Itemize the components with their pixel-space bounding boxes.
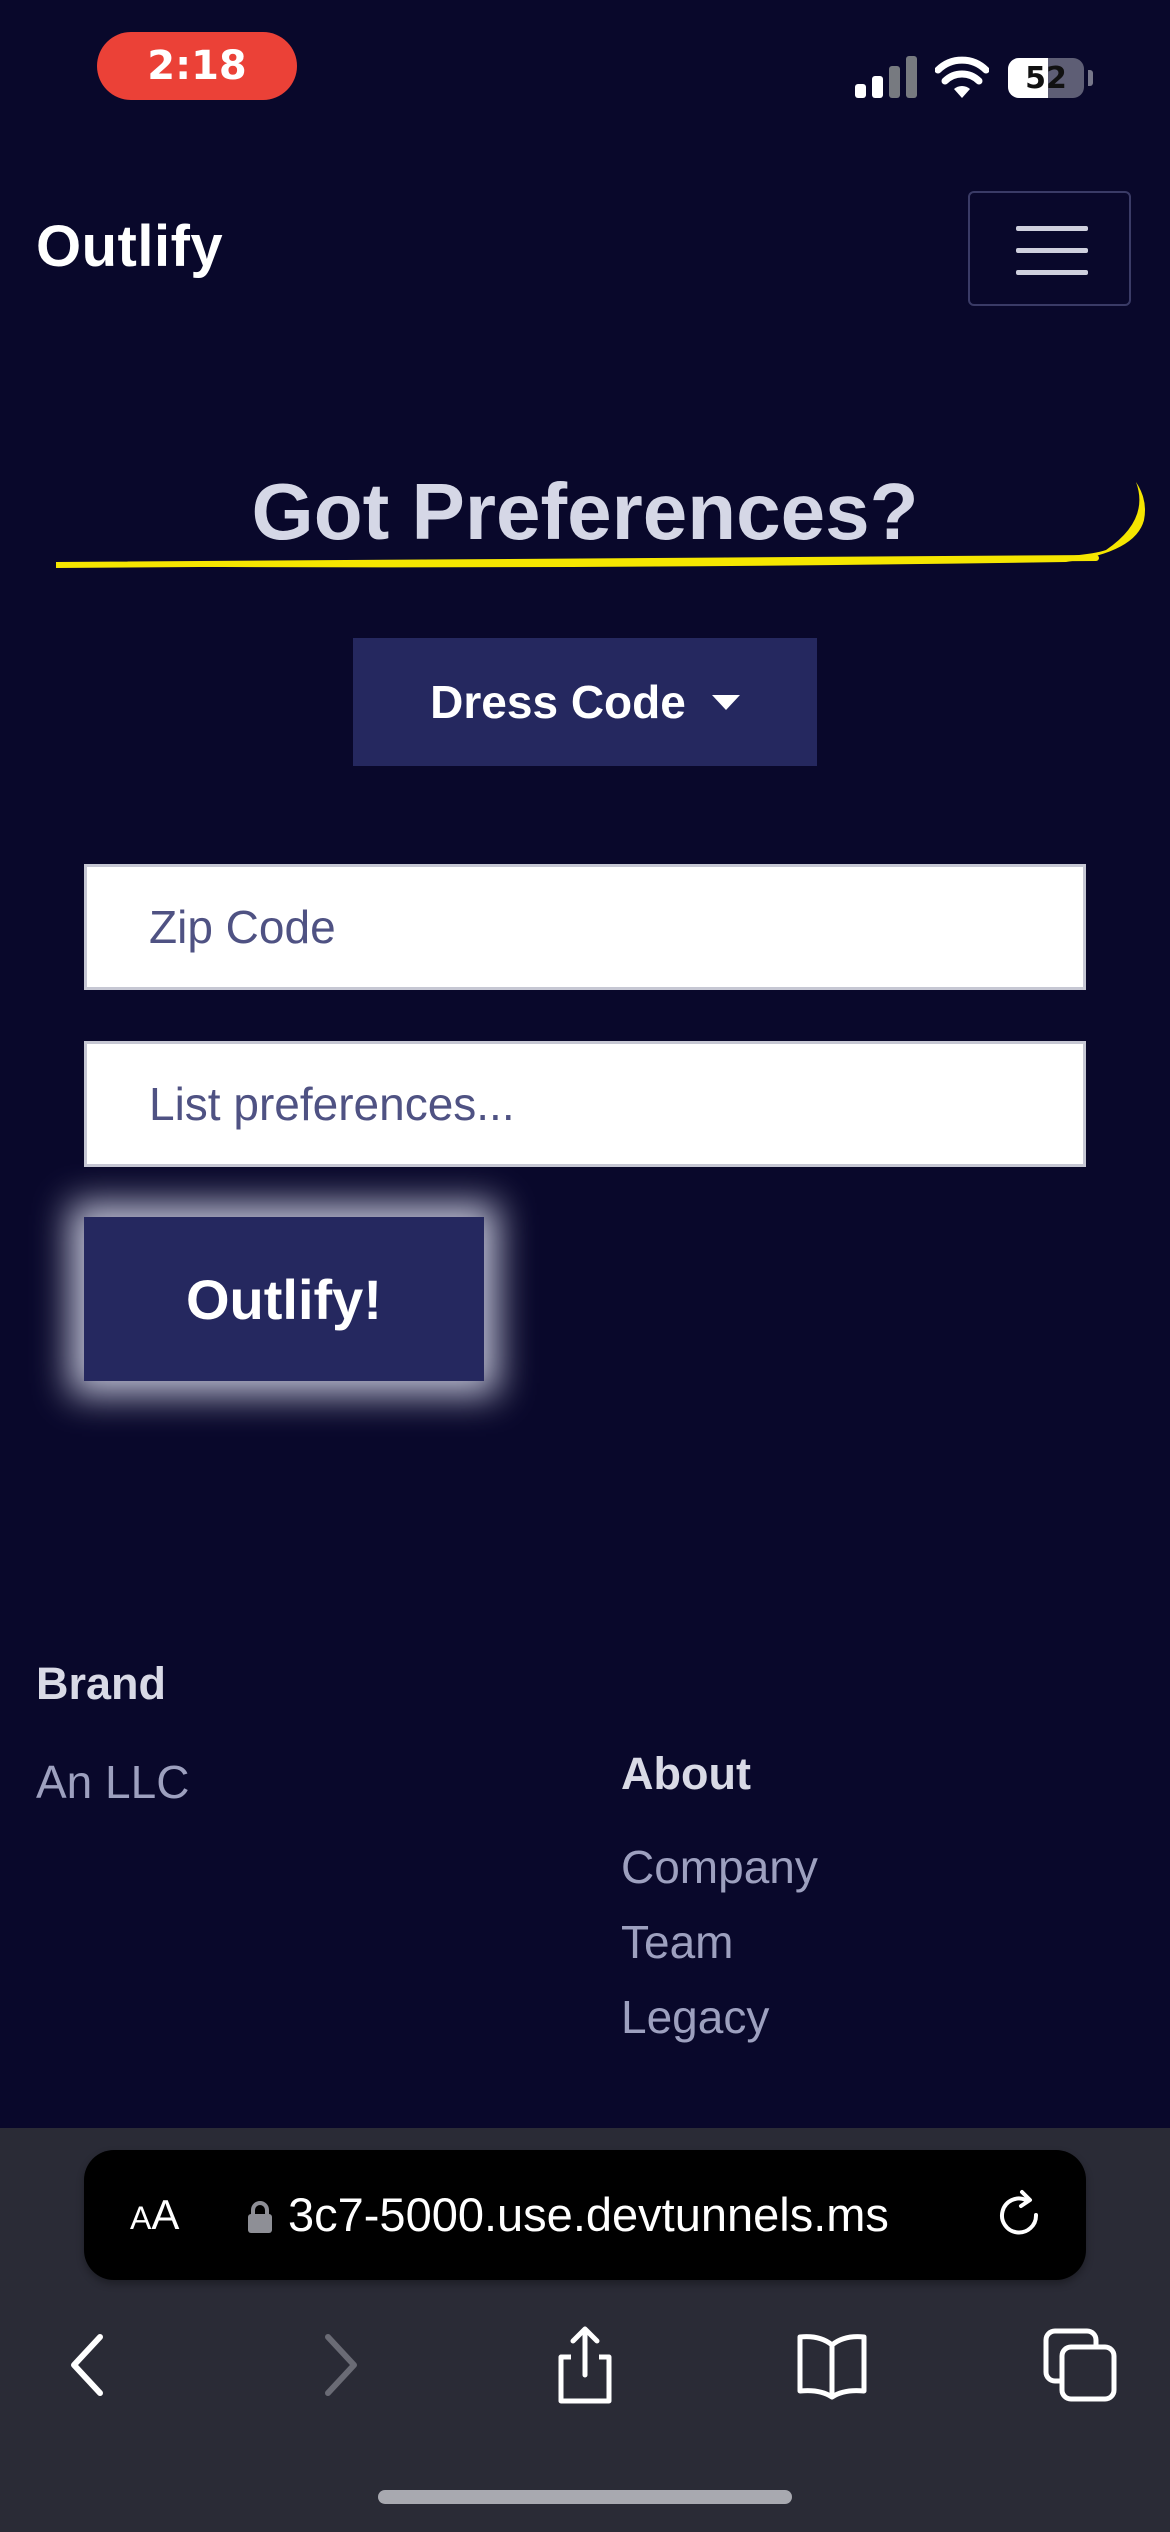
dress-code-dropdown[interactable]: Dress Code bbox=[353, 638, 817, 766]
battery-icon: 52 bbox=[1008, 58, 1084, 98]
reload-icon[interactable] bbox=[992, 2188, 1046, 2242]
battery-level: 52 bbox=[1025, 60, 1067, 96]
footer-link-team[interactable]: Team bbox=[621, 1905, 818, 1980]
footer-link-legacy[interactable]: Legacy bbox=[621, 1980, 818, 2055]
home-indicator bbox=[378, 2490, 792, 2504]
forward-icon[interactable] bbox=[300, 2325, 380, 2405]
hamburger-icon bbox=[1016, 226, 1088, 231]
preferences-input[interactable] bbox=[84, 1041, 1086, 1167]
lock-icon bbox=[248, 2201, 272, 2233]
page-heading: Got Preferences? bbox=[251, 467, 919, 556]
url-text: 3c7-5000.use.devtunnels.ms bbox=[288, 2188, 889, 2241]
footer-about-links: Company Team Legacy bbox=[621, 1830, 818, 2055]
status-time: 2:18 bbox=[97, 32, 297, 100]
screen: 2:18 52 Outlify Got Preferences? Dress C… bbox=[0, 0, 1170, 2532]
back-icon[interactable] bbox=[48, 2325, 128, 2405]
address-bar[interactable]: AA 3c7-5000.use.devtunnels.ms bbox=[84, 2150, 1086, 2280]
aa-big: A bbox=[151, 2191, 180, 2238]
share-icon[interactable] bbox=[545, 2325, 625, 2405]
battery-cap bbox=[1088, 70, 1093, 86]
dropdown-label: Dress Code bbox=[430, 676, 686, 728]
reader-settings-button[interactable]: AA bbox=[130, 2150, 179, 2280]
caret-down-icon bbox=[711, 694, 740, 710]
footer-link-company[interactable]: Company bbox=[621, 1830, 818, 1905]
footer-brand-text: An LLC bbox=[36, 1756, 190, 1808]
zip-code-input[interactable] bbox=[84, 864, 1086, 990]
menu-toggle-button[interactable] bbox=[968, 191, 1131, 306]
wifi-icon bbox=[935, 56, 989, 98]
outlify-submit-button[interactable]: Outlify! bbox=[84, 1217, 484, 1381]
footer-brand-heading: Brand bbox=[36, 1658, 167, 1709]
brand-logo[interactable]: Outlify bbox=[36, 213, 223, 280]
aa-small: A bbox=[130, 2200, 152, 2236]
footer-about-heading: About bbox=[621, 1748, 751, 1799]
tabs-icon[interactable] bbox=[1040, 2325, 1120, 2405]
cellular-signal-icon bbox=[855, 56, 917, 98]
bookmarks-icon[interactable] bbox=[792, 2325, 872, 2405]
